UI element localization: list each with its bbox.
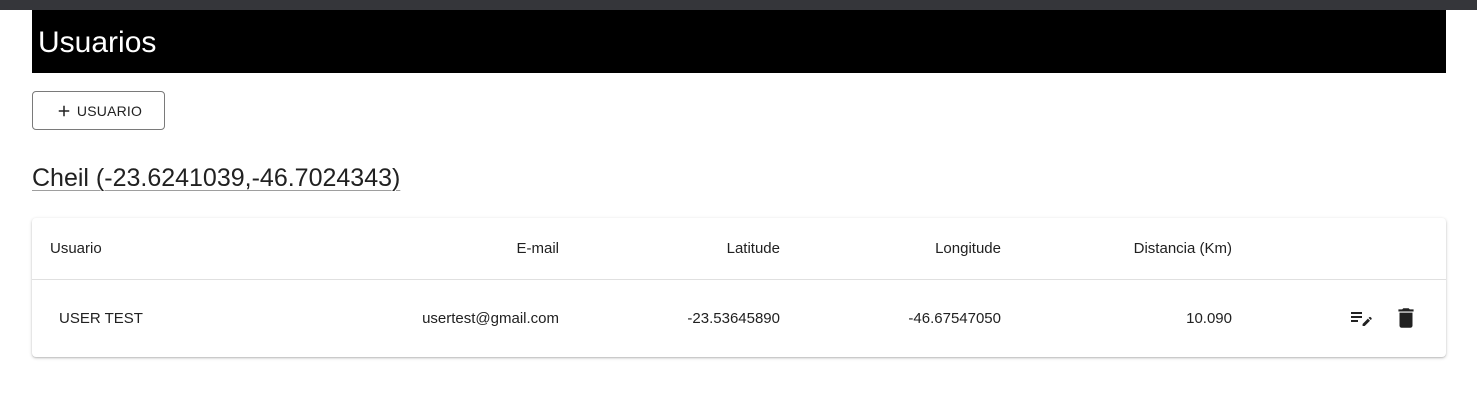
app-header: Usuarios bbox=[32, 10, 1446, 73]
plus-icon bbox=[58, 105, 70, 116]
cell-longitude: -46.67547050 bbox=[908, 309, 1001, 327]
add-user-label: USUARIO bbox=[76, 102, 143, 119]
cell-email: usertest@gmail.com bbox=[422, 309, 559, 327]
column-header-email: E-mail bbox=[259, 218, 559, 280]
table-row: USER TEST usertest@gmail.com -23.5364589… bbox=[32, 279, 1446, 357]
cell-usuario: USER TEST bbox=[59, 309, 143, 327]
page-title: Usuarios bbox=[38, 25, 157, 59]
cell-latitude: -23.53645890 bbox=[687, 309, 780, 327]
delete-trash-icon bbox=[1398, 308, 1414, 328]
column-header-latitude: Latitude bbox=[559, 218, 780, 280]
cell-actions bbox=[1232, 279, 1446, 357]
edit-list-icon bbox=[1350, 312, 1372, 327]
column-header-distancia: Distancia (Km) bbox=[1001, 218, 1232, 280]
users-table: Usuario E-mail Latitude Longitude Distan… bbox=[32, 218, 1446, 357]
users-table-card: Usuario E-mail Latitude Longitude Distan… bbox=[32, 218, 1446, 357]
add-user-button[interactable]: USUARIO bbox=[32, 91, 165, 130]
column-header-longitude: Longitude bbox=[780, 218, 1001, 280]
edit-user-button[interactable] bbox=[1346, 304, 1374, 332]
cell-distancia: 10.090 bbox=[1186, 309, 1232, 327]
table-header-row: Usuario E-mail Latitude Longitude Distan… bbox=[32, 218, 1446, 280]
browser-top-strip bbox=[0, 0, 1477, 10]
location-title-link[interactable]: Cheil (-23.6241039,-46.7024343) bbox=[32, 164, 400, 193]
column-header-actions bbox=[1232, 218, 1446, 280]
delete-user-button[interactable] bbox=[1392, 304, 1420, 332]
column-header-usuario: Usuario bbox=[32, 218, 259, 280]
